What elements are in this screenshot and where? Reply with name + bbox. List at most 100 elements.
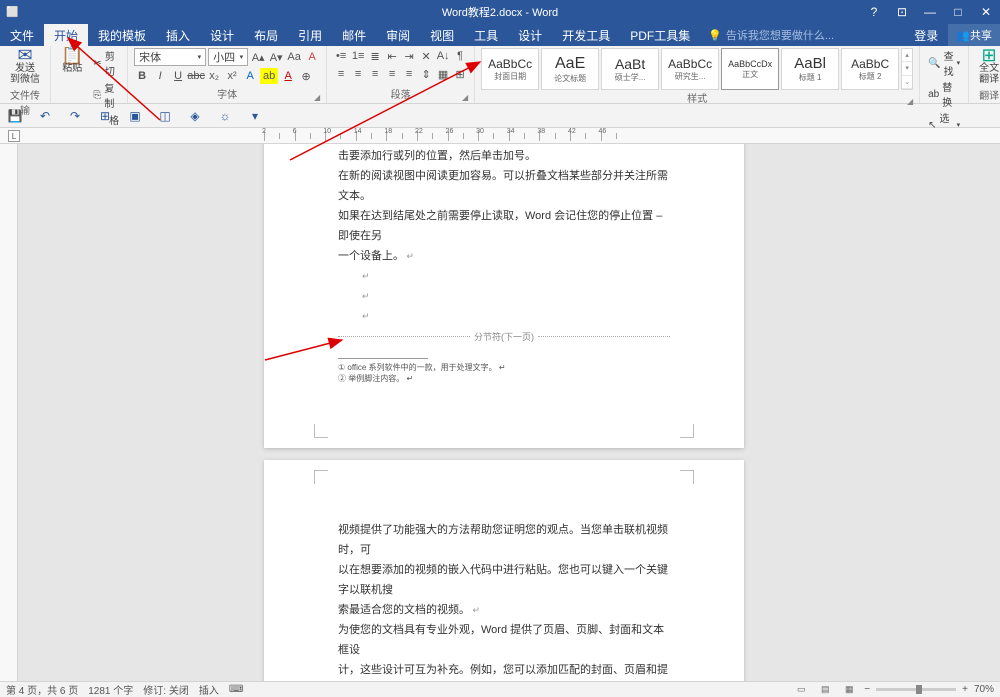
- increase-indent-button[interactable]: ⇥: [401, 48, 417, 64]
- style-item[interactable]: AaBbC标题 2: [841, 48, 899, 90]
- font-size-select[interactable]: 小四▾: [208, 48, 248, 66]
- font-color-button[interactable]: A: [280, 68, 296, 84]
- multilevel-button[interactable]: ≣: [367, 48, 383, 64]
- asian-layout-button[interactable]: ✕: [418, 48, 434, 64]
- distribute-button[interactable]: ≡: [401, 66, 417, 82]
- tab-file[interactable]: 文件: [0, 24, 44, 46]
- paste-button[interactable]: 📋 粘贴: [57, 48, 87, 76]
- paragraph-launcher[interactable]: ◢: [462, 93, 468, 102]
- align-center-button[interactable]: ≡: [350, 66, 366, 82]
- send-to-wechat-button[interactable]: ✉ 发送 到微信: [6, 48, 44, 87]
- replace-button[interactable]: ab替换: [926, 79, 962, 109]
- body-text[interactable]: 视频提供了功能强大的方法帮助您证明您的观点。当您单击联机视频时，可 以在想要添加…: [338, 520, 670, 681]
- style-item[interactable]: AaBbCcDx正文: [721, 48, 779, 90]
- change-case-button[interactable]: Aa: [286, 49, 302, 65]
- qat-more-button[interactable]: ▾: [246, 107, 264, 125]
- bullets-button[interactable]: •≡: [333, 48, 349, 64]
- styles-gallery[interactable]: AaBbCc封面日期 AaE论文标题 AaBt硕士学... AaBbCc研究生.…: [481, 48, 913, 90]
- justify-button[interactable]: ≡: [384, 66, 400, 82]
- copy-button[interactable]: ⎘复制: [91, 80, 121, 110]
- copy-icon: ⎘: [93, 90, 101, 101]
- close-button[interactable]: ✕: [972, 0, 1000, 24]
- tab-devtools[interactable]: 开发工具: [552, 24, 620, 46]
- shrink-font-button[interactable]: A▾: [268, 49, 284, 65]
- tab-templates[interactable]: 我的模板: [88, 24, 156, 46]
- login-link[interactable]: 登录: [904, 24, 948, 46]
- align-left-button[interactable]: ≡: [333, 66, 349, 82]
- superscript-button[interactable]: x²: [224, 68, 240, 84]
- print-layout-button[interactable]: ▤: [816, 683, 834, 697]
- style-item[interactable]: AaBbCc封面日期: [481, 48, 539, 90]
- qat-btn-6[interactable]: ◫: [156, 107, 174, 125]
- read-mode-button[interactable]: ▭: [792, 683, 810, 697]
- tab-view[interactable]: 视图: [420, 24, 464, 46]
- tab-tools[interactable]: 工具: [464, 24, 508, 46]
- shading-button[interactable]: ▦: [435, 66, 451, 82]
- ribbon-display-button[interactable]: ⊡: [888, 0, 916, 24]
- qat-btn-5[interactable]: ▣: [126, 107, 144, 125]
- tab-layout[interactable]: 布局: [244, 24, 288, 46]
- qat-btn-8[interactable]: ☼: [216, 107, 234, 125]
- help-button[interactable]: ?: [860, 0, 888, 24]
- insert-mode[interactable]: 插入: [199, 682, 219, 697]
- tab-selector[interactable]: L: [8, 130, 20, 142]
- show-marks-button[interactable]: ¶: [452, 48, 468, 64]
- qat-btn-7[interactable]: ◈: [186, 107, 204, 125]
- text-effects-button[interactable]: A: [242, 68, 258, 84]
- grow-font-button[interactable]: A▴: [250, 49, 266, 65]
- tab-review[interactable]: 审阅: [376, 24, 420, 46]
- maximize-button[interactable]: □: [944, 0, 972, 24]
- footnote-area[interactable]: ① office 系列软件中的一款，用于处理文字。 ↵ ② 举例脚注内容。 ↵: [338, 358, 670, 384]
- bold-button[interactable]: B: [134, 68, 150, 84]
- zoom-out-button[interactable]: −: [864, 684, 870, 695]
- decrease-indent-button[interactable]: ⇤: [384, 48, 400, 64]
- cut-button[interactable]: ✂剪切: [91, 48, 121, 78]
- sort-button[interactable]: A↓: [435, 48, 451, 64]
- find-button[interactable]: 🔍查找▾: [926, 48, 962, 78]
- zoom-level[interactable]: 70%: [974, 684, 994, 695]
- horizontal-ruler[interactable]: 2610141822263034384246: [0, 128, 1000, 144]
- italic-button[interactable]: I: [152, 68, 168, 84]
- body-text[interactable]: 击要添加行或列的位置，然后单击加号。 在新的阅读视图中阅读更加容易。可以折叠文档…: [338, 146, 670, 326]
- style-item[interactable]: AaBbCc研究生...: [661, 48, 719, 90]
- font-launcher[interactable]: ◢: [314, 93, 320, 102]
- tab-designtable[interactable]: 设计: [508, 24, 552, 46]
- share-button[interactable]: 👥 共享: [948, 24, 1000, 46]
- highlight-button[interactable]: ab: [260, 68, 278, 84]
- ime-indicator[interactable]: ⌨: [229, 684, 243, 695]
- page-indicator[interactable]: 第 4 页，共 6 页: [6, 682, 78, 697]
- line-spacing-button[interactable]: ⇕: [418, 66, 434, 82]
- tab-insert[interactable]: 插入: [156, 24, 200, 46]
- style-item[interactable]: AaBl标题 1: [781, 48, 839, 90]
- vertical-ruler[interactable]: [0, 144, 18, 681]
- qat-btn-4[interactable]: ⊞: [96, 107, 114, 125]
- styles-scroll[interactable]: ▴▾⌄: [901, 48, 913, 90]
- zoom-in-button[interactable]: +: [962, 684, 968, 695]
- style-item[interactable]: AaBt硕士学...: [601, 48, 659, 90]
- align-right-button[interactable]: ≡: [367, 66, 383, 82]
- strikethrough-button[interactable]: abc: [188, 68, 204, 84]
- web-layout-button[interactable]: ▦: [840, 683, 858, 697]
- tell-me-box[interactable]: 💡 告诉我您想要做什么...: [700, 27, 842, 43]
- subscript-button[interactable]: x₂: [206, 68, 222, 84]
- tab-mailings[interactable]: 邮件: [332, 24, 376, 46]
- tab-references[interactable]: 引用: [288, 24, 332, 46]
- tab-pdftools[interactable]: PDF工具集: [620, 24, 700, 46]
- underline-button[interactable]: U: [170, 68, 186, 84]
- phonetic-guide-button[interactable]: ⊕: [298, 68, 314, 84]
- redo-button[interactable]: ↷: [66, 107, 84, 125]
- group-editing: 🔍查找▾ ab替换 ↖选择▾ 编辑: [920, 46, 969, 103]
- clear-format-button[interactable]: A: [304, 49, 320, 65]
- tab-design[interactable]: 设计: [200, 24, 244, 46]
- font-name-select[interactable]: 宋体▾: [134, 48, 206, 66]
- fulltext-translate-button[interactable]: ⊞ 全文 翻译: [975, 48, 1000, 87]
- track-changes-status[interactable]: 修订: 关闭: [143, 682, 189, 697]
- minimize-button[interactable]: —: [916, 0, 944, 24]
- styles-launcher[interactable]: ◢: [907, 97, 913, 106]
- word-count[interactable]: 1281 个字: [88, 682, 133, 697]
- tab-home[interactable]: 开始: [44, 24, 88, 46]
- style-item[interactable]: AaE论文标题: [541, 48, 599, 90]
- numbering-button[interactable]: 1≡: [350, 48, 366, 64]
- zoom-slider[interactable]: [876, 688, 956, 691]
- borders-button[interactable]: ⊞: [452, 66, 468, 82]
